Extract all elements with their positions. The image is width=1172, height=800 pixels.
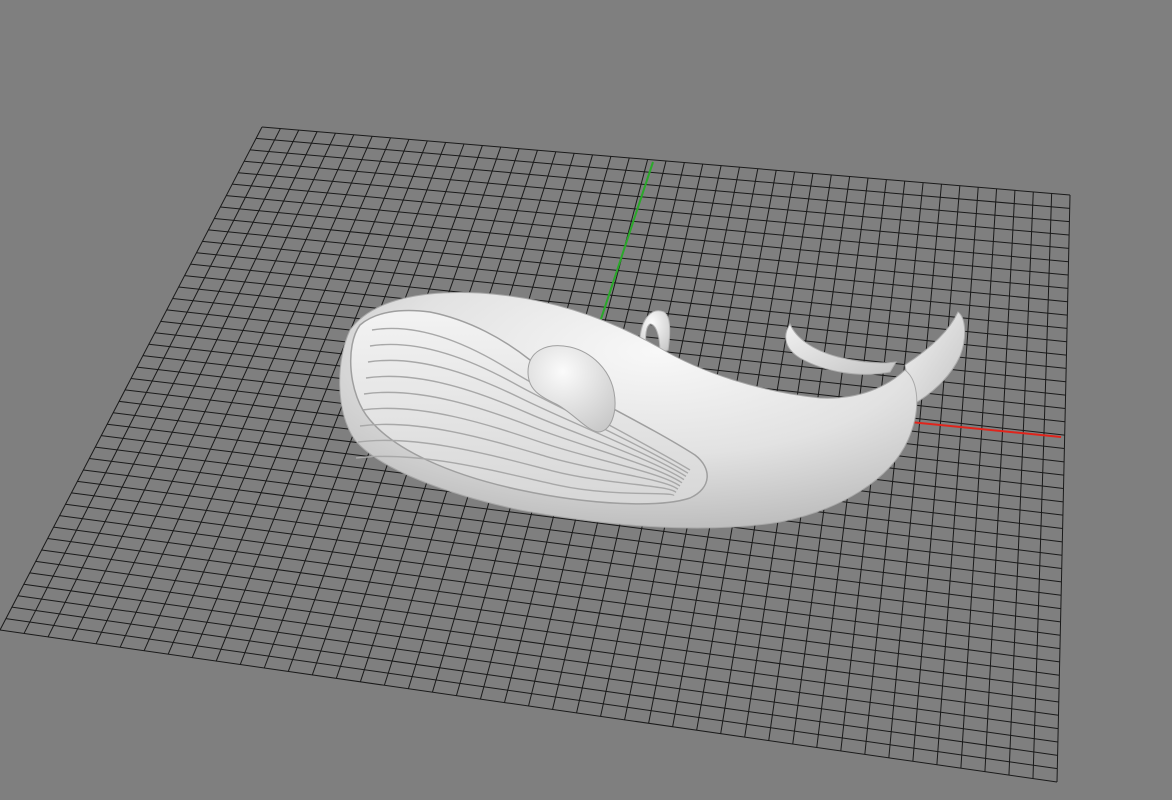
3d-viewport[interactable] [0, 0, 1172, 800]
grid-line [47, 538, 1060, 676]
grid-line [59, 515, 1061, 650]
viewport-canvas[interactable] [0, 0, 1172, 800]
grid-line [912, 185, 961, 762]
grid-line [960, 188, 998, 769]
x-axis-line [909, 421, 1062, 438]
grid-line [1056, 194, 1071, 783]
grid-line [1008, 191, 1034, 776]
grid-line [1032, 193, 1053, 779]
grid-line [984, 190, 1016, 772]
grid-line [65, 503, 1061, 636]
whale-model[interactable] [339, 292, 966, 529]
grid-line [936, 187, 979, 765]
grid-line [53, 526, 1060, 663]
